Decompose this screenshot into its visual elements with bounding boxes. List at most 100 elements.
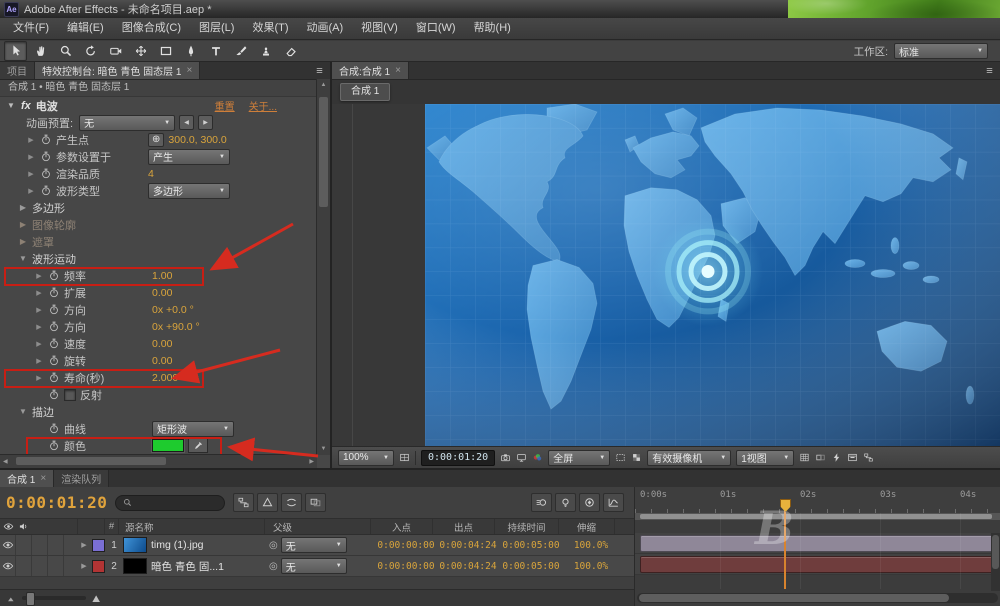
effect-value[interactable]: 0x +0.0 °	[152, 304, 194, 316]
layer-duration[interactable]: 0:00:05:00	[499, 561, 563, 572]
timeline-tab-1[interactable]: 渲染队列	[54, 470, 109, 487]
stopwatch-icon[interactable]	[48, 303, 60, 316]
stopwatch-icon[interactable]	[48, 388, 60, 401]
safe-area-icon[interactable]	[399, 452, 410, 463]
pan-behind-tool[interactable]	[129, 41, 152, 61]
chevron-down-icon[interactable]: ▼	[18, 407, 28, 416]
draft-3d-icon[interactable]	[257, 493, 278, 512]
animation-preset-select[interactable]: 无▼	[79, 115, 175, 131]
search-input[interactable]	[137, 497, 218, 509]
auto-keyframe-icon[interactable]	[579, 493, 600, 512]
timeline-zoom-slider[interactable]	[22, 596, 86, 600]
motion-blur-icon[interactable]	[531, 493, 552, 512]
graph-editor-icon[interactable]	[603, 493, 624, 512]
eye-icon[interactable]	[0, 535, 16, 555]
switch-cell[interactable]	[32, 556, 48, 576]
effect-panel-tab-0[interactable]: 项目	[0, 62, 35, 79]
switch-cell[interactable]	[16, 535, 32, 555]
selection-tool[interactable]	[4, 41, 27, 61]
current-timecode[interactable]: 0:00:01:20	[6, 493, 107, 512]
chevron-right-icon[interactable]: ▶	[18, 237, 28, 246]
layer-stretch[interactable]: 100.0%	[563, 561, 619, 572]
effect-value[interactable]: 300.0, 300.0	[168, 134, 226, 146]
menu-item-8[interactable]: 帮助(H)	[465, 18, 520, 39]
roi-icon[interactable]	[615, 452, 626, 463]
stopwatch-icon[interactable]	[48, 337, 60, 350]
layer-out[interactable]: 0:00:04:24	[437, 540, 499, 551]
layer-duration-bar[interactable]	[640, 535, 1000, 552]
pixel-aspect-icon[interactable]	[815, 452, 826, 463]
close-icon[interactable]: ×	[186, 66, 192, 76]
scroll-up-icon[interactable]: ▲	[317, 82, 330, 88]
expand-icon[interactable]: ▶	[34, 323, 44, 331]
magnification-select[interactable]: 100% ▼	[338, 450, 394, 466]
layer-row-1[interactable]: ▶1timg (1).jpg◎无▼0:00:00:000:00:04:240:0…	[0, 535, 634, 556]
chevron-down-icon[interactable]: ▼	[18, 254, 28, 263]
camera-select[interactable]: 有效摄像机 ▼	[647, 450, 731, 466]
effect-value[interactable]: 0.00	[152, 287, 172, 299]
effect-value[interactable]: 2.000	[152, 372, 178, 384]
composition-chip[interactable]: 合成 1	[340, 83, 390, 101]
switch-cell[interactable]	[48, 556, 64, 576]
layer-expander-icon[interactable]: ▶	[78, 562, 90, 570]
panel-menu-icon[interactable]	[308, 62, 330, 79]
comp-flow-icon[interactable]	[863, 452, 874, 463]
layer-duration[interactable]: 0:00:05:00	[499, 540, 563, 551]
layer-out[interactable]: 0:00:04:24	[437, 561, 499, 572]
expand-icon[interactable]: ▶	[26, 187, 36, 195]
expand-icon[interactable]: ▶	[34, 306, 44, 314]
panel-menu-icon[interactable]	[978, 62, 1000, 79]
pickwhip-icon[interactable]: ◎	[269, 540, 278, 551]
timeline-search[interactable]	[115, 495, 225, 511]
point-picker-icon[interactable]: ⊕	[148, 133, 164, 147]
timeline-horizontal-scrollbar[interactable]	[637, 593, 998, 603]
title-bar[interactable]: Ae Adobe After Effects - 未命名项目.aep *	[0, 0, 1000, 18]
view-layout-select[interactable]: 1视图 ▼	[736, 450, 794, 466]
parent-select[interactable]: 无▼	[281, 537, 347, 553]
expand-icon[interactable]: ▶	[34, 340, 44, 348]
hand-tool[interactable]	[29, 41, 52, 61]
expand-icon[interactable]: ▶	[26, 136, 36, 144]
layer-expander-icon[interactable]: ▶	[78, 541, 90, 549]
comp-flow-icon[interactable]	[233, 493, 254, 512]
resolution-select[interactable]: 全屏 ▼	[548, 450, 610, 466]
effect-value[interactable]: 0.00	[152, 338, 172, 350]
pen-tool[interactable]	[179, 41, 202, 61]
timeline-tab-0[interactable]: 合成 1×	[0, 470, 54, 487]
stopwatch-icon[interactable]	[48, 422, 60, 435]
rotate-tool[interactable]	[79, 41, 102, 61]
column-duration[interactable]: 持续时间	[495, 519, 559, 534]
stopwatch-icon[interactable]	[48, 354, 60, 367]
horizontal-scrollbar[interactable]: ◀ ▶	[0, 454, 317, 468]
chevron-right-icon[interactable]: ▶	[18, 220, 28, 229]
fast-preview-icon[interactable]	[831, 452, 842, 463]
timeline-vertical-scrollbar[interactable]	[991, 533, 1000, 591]
hide-shy-icon[interactable]	[281, 493, 302, 512]
layer-stretch[interactable]: 100.0%	[563, 540, 619, 551]
menu-item-3[interactable]: 图层(L)	[190, 18, 243, 39]
layer-name[interactable]: timg (1).jpg	[151, 539, 269, 551]
effect-value[interactable]: 0.00	[152, 355, 172, 367]
timeline-panel-icon[interactable]	[847, 452, 858, 463]
scroll-right-icon[interactable]: ▶	[309, 458, 314, 465]
color-swatch[interactable]	[152, 439, 184, 452]
work-area-bar[interactable]	[635, 513, 1000, 520]
effect-option-select[interactable]: 矩形波▼	[152, 421, 234, 437]
chevron-right-icon[interactable]: ▶	[18, 203, 28, 212]
layer-row-2[interactable]: ▶2暗色 青色 固...1◎无▼0:00:00:000:00:04:240:00…	[0, 556, 634, 577]
eraser-tool[interactable]	[279, 41, 302, 61]
scroll-left-icon[interactable]: ◀	[3, 458, 8, 465]
next-preset-icon[interactable]: ▶	[198, 115, 213, 130]
tab-composition[interactable]: 合成:合成 1 ×	[332, 62, 409, 79]
reflection-checkbox[interactable]	[64, 389, 76, 401]
frame-blend-icon[interactable]	[305, 493, 326, 512]
close-icon[interactable]: ×	[395, 66, 401, 76]
scrollbar-thumb[interactable]	[319, 97, 328, 207]
menu-item-4[interactable]: 效果(T)	[243, 18, 297, 39]
pickwhip-icon[interactable]: ◎	[269, 561, 278, 572]
layer-in[interactable]: 0:00:00:00	[375, 561, 437, 572]
expand-icon[interactable]: ▶	[26, 153, 36, 161]
switch-cell[interactable]	[16, 556, 32, 576]
expand-icon[interactable]: ▶	[26, 170, 36, 178]
parent-select[interactable]: 无▼	[281, 558, 347, 574]
